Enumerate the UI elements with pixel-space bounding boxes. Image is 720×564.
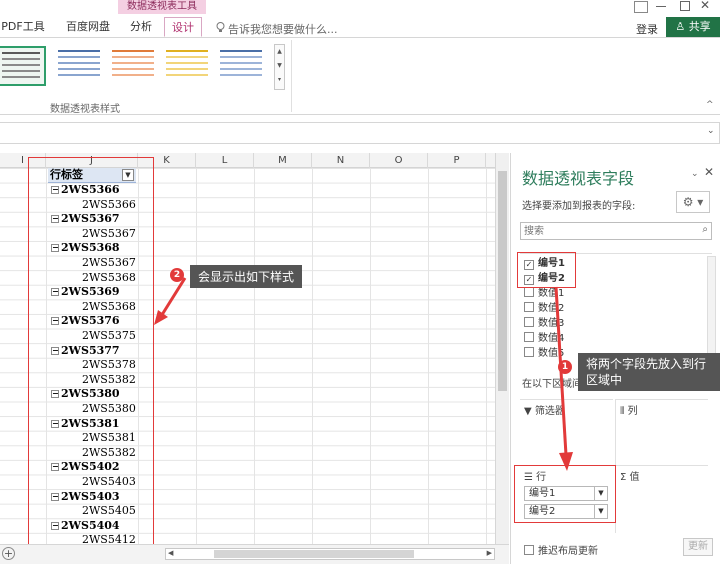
checkbox[interactable] [524,287,534,297]
values-text: 值 [629,472,640,483]
lightbulb-icon [216,22,225,36]
field-search-input[interactable] [524,224,689,238]
checkbox[interactable] [524,332,534,342]
tab-baidu-pan[interactable]: 百度网盘 [60,17,116,37]
vertical-scrollbar[interactable] [495,153,509,544]
chevron-down-icon[interactable]: ▼ [275,59,284,73]
scroll-right-icon[interactable]: ▶ [487,549,492,557]
columns-area[interactable]: ⦀ 列 [615,399,708,467]
search-icon[interactable]: ⌕ [702,224,708,235]
field-list-scrollbar[interactable] [707,256,716,356]
gear-icon[interactable]: ⚙ ▾ [676,191,710,213]
checkbox[interactable] [524,545,534,555]
update-button[interactable]: 更新 [683,538,713,556]
style-gallery-scrollbar[interactable]: ▲ ▼ ▾ [274,44,285,90]
callout-1-line2: 区域中 [586,373,623,387]
chevron-up-icon[interactable]: ▲ [275,45,284,59]
col-header-l[interactable]: L [196,153,254,168]
tell-me-text: 告诉我您想要做什么... [228,23,338,36]
defer-update[interactable]: 推迟布局更新 [524,542,598,557]
columns-icon: ⦀ [620,406,625,417]
close-icon[interactable]: ✕ [700,0,710,12]
pane-title: 数据透视表字段 [522,169,635,188]
highlight-box-fields [517,252,576,288]
pane-subtitle: 选择要添加到报表的字段: [522,201,636,212]
callout-2: 会显示出如下样式 [190,265,303,288]
defer-label: 推迟布局更新 [538,546,598,557]
columns-area-label: ⦀ 列 [620,402,638,417]
restore-icon[interactable] [634,1,648,13]
add-sheet-icon[interactable]: + [2,547,15,560]
columns-text: 列 [627,406,638,417]
pivot-style-thumb-3[interactable] [108,46,158,86]
pivot-style-thumb-2[interactable] [54,46,104,86]
formula-bar[interactable]: ⌄ [0,122,720,144]
expand-gallery-icon[interactable]: ▾ [275,73,284,87]
close-pane-icon[interactable]: ✕ [704,165,714,179]
ribbon-body: ▲ ▼ ▾ 数据透视表样式 ^ [0,37,720,115]
tab-design[interactable]: 设计 [164,17,202,37]
collapse-ribbon-icon[interactable]: ^ [706,100,714,110]
filter-icon: ▼ [524,406,532,417]
checkbox[interactable] [524,302,534,312]
col-header-p[interactable]: P [428,153,486,168]
grid-line [254,168,255,544]
ribbon-tabs-bar: 数据透视表工具 PDF工具集 百度网盘 分析 设计 告诉我您想要做什么... ✕… [0,0,720,53]
share-label: 共享 [688,20,711,33]
callout-1-arrow [554,286,573,471]
gallery-group-label: 数据透视表样式 [50,104,120,115]
person-icon: ♙ [675,20,686,33]
pivot-style-thumb-5[interactable] [216,46,266,86]
values-area[interactable]: Σ 值 [615,465,708,533]
highlight-box-pivot [28,157,154,551]
checkbox[interactable] [524,347,534,357]
callout-1-line1: 将两个字段先放入到行 [586,357,707,371]
login-link[interactable]: 登录 [636,21,658,37]
callout-1: 将两个字段先放入到行 区域中 [578,353,720,391]
horizontal-scroll-thumb[interactable] [214,550,414,558]
checkbox[interactable] [524,317,534,327]
context-tab-title: 数据透视表工具 [118,0,206,14]
pivot-style-thumb-4[interactable] [162,46,212,86]
values-area-label: Σ 值 [620,468,640,483]
tab-pdf-tools[interactable]: PDF工具集 [0,17,46,53]
tell-me-box[interactable]: 告诉我您想要做什么... [216,21,338,37]
maximize-icon[interactable] [680,1,690,11]
tab-analyze[interactable]: 分析 [124,17,158,37]
sigma-icon: Σ [620,472,627,483]
pane-options-icon[interactable]: ⌄ [691,169,699,179]
col-header-o[interactable]: O [370,153,428,168]
col-header-n[interactable]: N [312,153,370,168]
field-search-box[interactable]: ⌕ [520,222,712,240]
vertical-scroll-thumb[interactable] [498,171,507,391]
share-button[interactable]: ♙ 共享 [666,17,720,37]
col-header-m[interactable]: M [254,153,312,168]
scroll-left-icon[interactable]: ◀ [168,549,173,557]
grid-line [196,168,197,544]
callout-2-arrow [154,277,187,325]
grid-line [370,168,371,544]
group-divider [291,40,292,112]
step-badge-1: 1 [558,360,572,374]
pivot-style-thumb-1[interactable] [0,46,46,86]
grid-line [428,168,429,544]
horizontal-scrollbar[interactable]: ◀ ▶ [165,548,495,560]
expand-formula-icon[interactable]: ⌄ [707,126,715,136]
minimize-icon[interactable] [656,6,666,7]
grid-line [486,168,487,544]
sheet-tabs-bar: + ◀ ▶ [0,544,509,564]
grid-line [312,168,313,544]
